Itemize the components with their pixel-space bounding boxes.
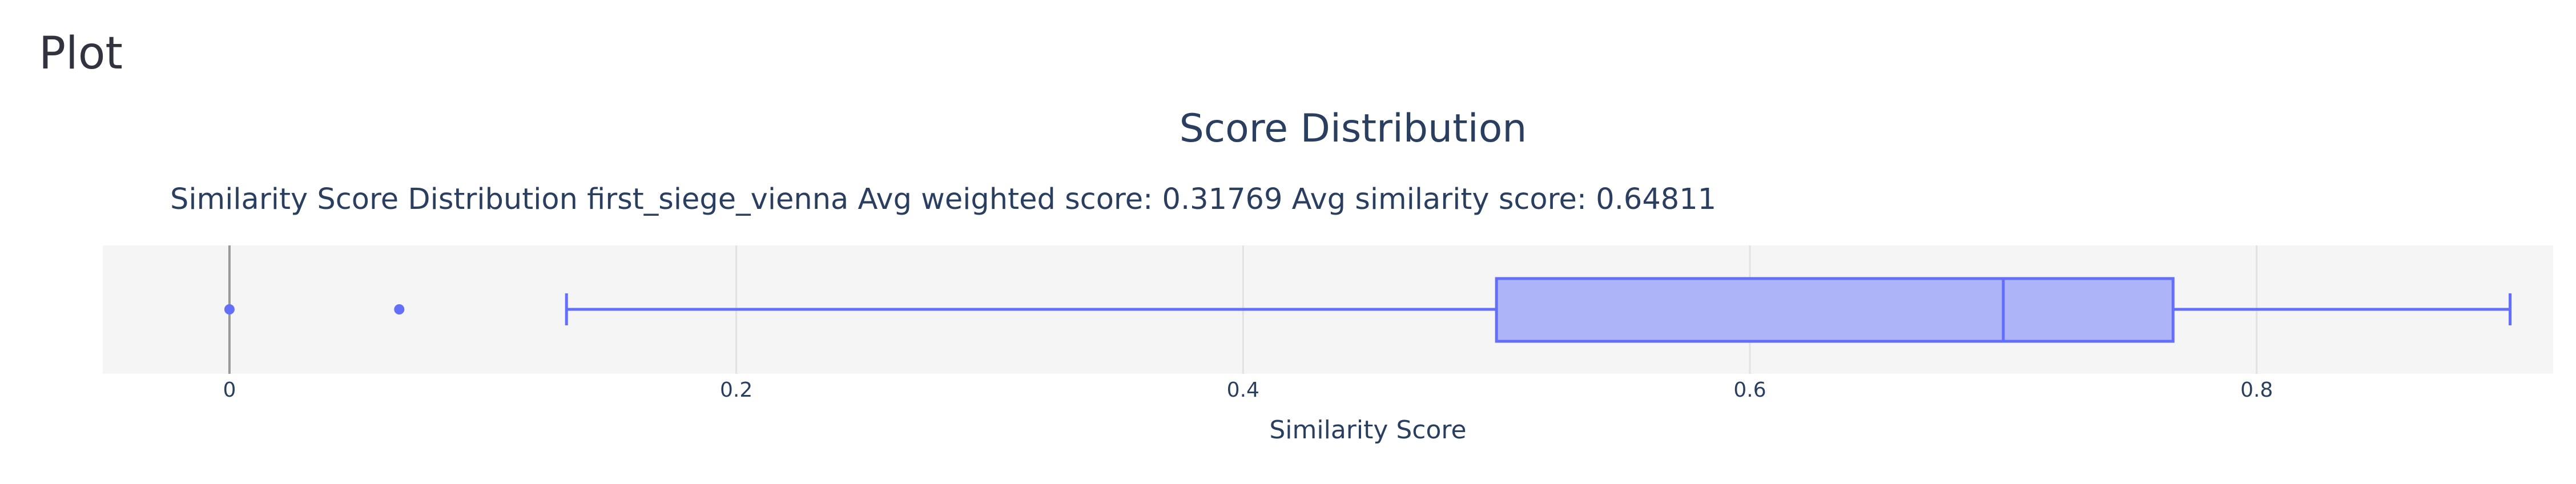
x-tick-label: 0 bbox=[223, 378, 236, 402]
chart-title: Score Distribution bbox=[1180, 106, 1527, 151]
outlier-point bbox=[224, 304, 235, 314]
x-tick-label: 0.4 bbox=[1227, 378, 1259, 402]
x-tick-label: 0.6 bbox=[1733, 378, 1766, 402]
x-tick-label: 0.2 bbox=[720, 378, 752, 402]
outlier-point bbox=[394, 304, 405, 314]
x-axis-ticks: 0 0.2 0.4 0.6 0.8 bbox=[223, 378, 2273, 402]
x-axis-label: Similarity Score bbox=[1269, 416, 1466, 445]
box-plot-chart: Score Distribution Similarity Score Dist… bbox=[103, 106, 2553, 445]
x-tick-label: 0.8 bbox=[2240, 378, 2273, 402]
iqr-box bbox=[1495, 277, 2175, 343]
chart-subtitle: Similarity Score Distribution first_sieg… bbox=[170, 183, 1716, 216]
